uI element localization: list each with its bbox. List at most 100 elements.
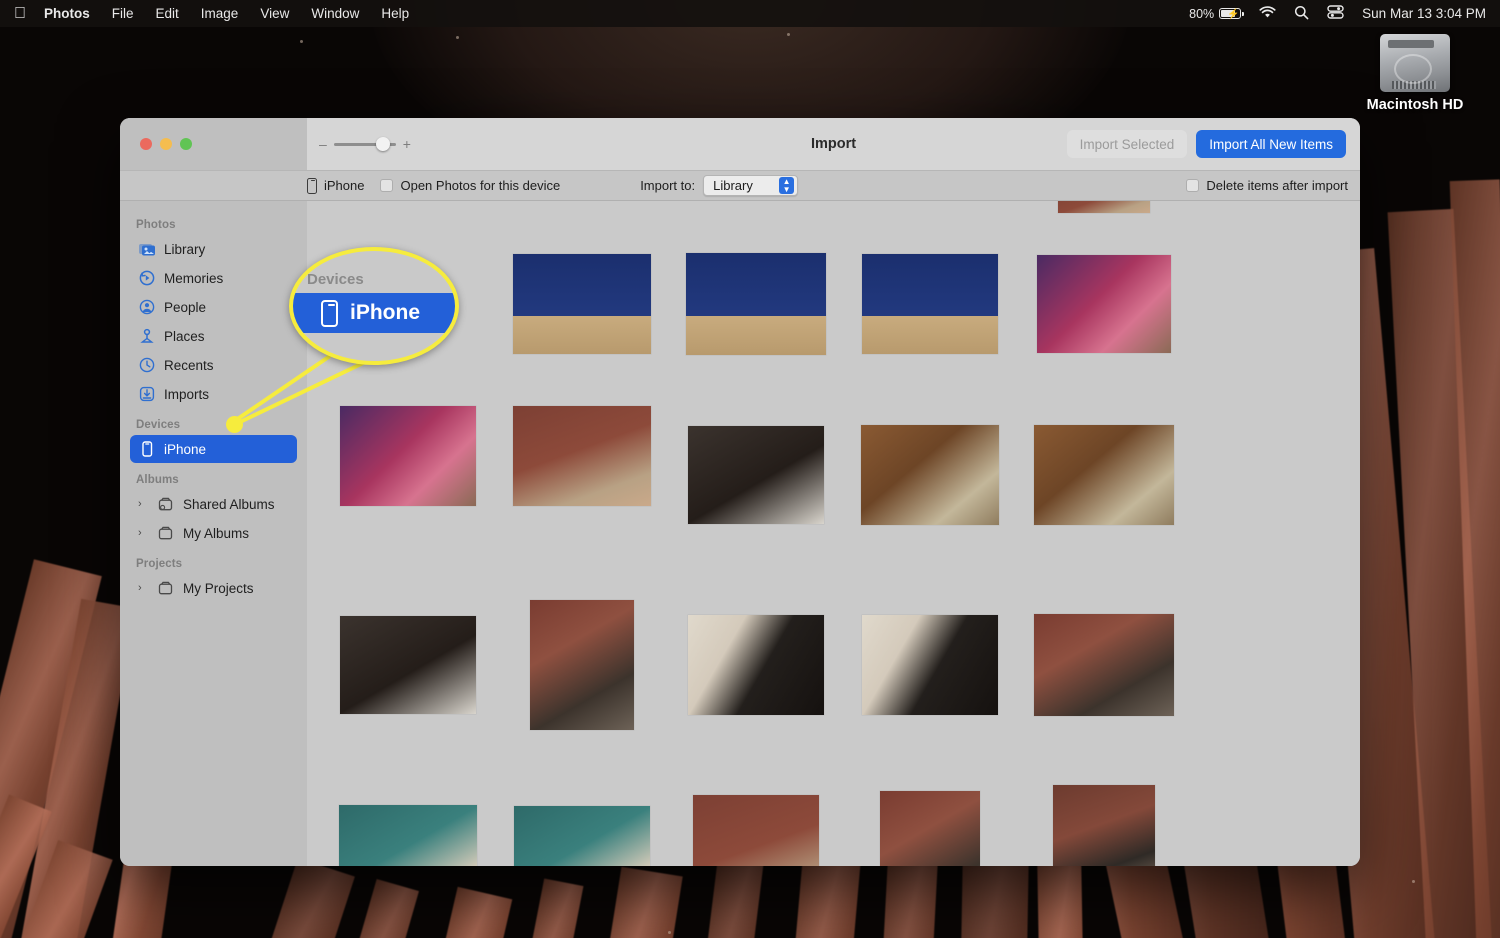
photo-grid-cell[interactable]	[681, 391, 831, 559]
minimize-button[interactable]	[160, 138, 172, 150]
zoom-slider-track[interactable]	[334, 143, 396, 146]
photo-grid-cell[interactable]	[333, 239, 483, 273]
photo-grid-cell[interactable]	[855, 771, 1005, 866]
import-selected-button[interactable]: Import Selected	[1067, 130, 1188, 158]
photo-grid-cell[interactable]	[855, 391, 1005, 559]
photo-grid-cell[interactable]	[1029, 239, 1179, 369]
photo-thumbnail[interactable]	[530, 600, 634, 730]
import-all-new-items-button[interactable]: Import All New Items	[1196, 130, 1346, 158]
photo-grid-cell[interactable]	[1029, 201, 1179, 217]
zoom-in-icon[interactable]: +	[403, 136, 411, 152]
photos-import-window[interactable]: – + Import Import Selected Import All Ne…	[120, 118, 1360, 866]
photo-thumbnail[interactable]	[514, 806, 650, 866]
menu-bar[interactable]:  Photos File Edit Image View Window Hel…	[0, 0, 1500, 27]
library-icon	[138, 241, 155, 258]
photo-grid-cell[interactable]	[855, 239, 1005, 369]
desktop-icon-label: Macintosh HD	[1350, 97, 1480, 113]
sidebar-item-memories[interactable]: Memories	[130, 264, 297, 292]
photo-grid-cell[interactable]	[1029, 391, 1179, 559]
chevron-right-icon[interactable]: ›	[138, 498, 148, 510]
sidebar-item-imports[interactable]: Imports	[130, 380, 297, 408]
photo-grid[interactable]	[307, 201, 1360, 866]
menu-bar-status-area: 80% ⚡ Sun Mar 13	[1189, 5, 1486, 23]
photo-thumbnail[interactable]	[513, 254, 651, 354]
menu-item-edit[interactable]: Edit	[156, 6, 179, 21]
photo-thumbnail[interactable]	[1034, 614, 1174, 716]
photo-thumbnail[interactable]	[1058, 201, 1150, 213]
battery-percent-label: 80%	[1189, 7, 1214, 21]
photo-grid-cell[interactable]	[681, 239, 831, 369]
sidebar-item-my-projects[interactable]: ›My Projects	[130, 574, 297, 602]
checkbox-box[interactable]	[380, 179, 393, 192]
import-to-dropdown[interactable]: Library ▲▼	[703, 175, 798, 196]
traffic-lights[interactable]	[140, 138, 192, 150]
menu-item-photos[interactable]: Photos	[44, 6, 90, 21]
battery-status[interactable]: 80% ⚡	[1189, 7, 1241, 21]
photo-thumbnail[interactable]	[1034, 425, 1174, 525]
delete-items-after-import-checkbox[interactable]: Delete items after import	[1186, 178, 1348, 193]
menu-item-view[interactable]: View	[260, 6, 289, 21]
menu-item-help[interactable]: Help	[381, 6, 409, 21]
chevron-right-icon[interactable]: ›	[138, 582, 148, 594]
menu-item-window[interactable]: Window	[311, 6, 359, 21]
photo-grid-cell[interactable]	[333, 201, 483, 217]
checkbox-box[interactable]	[1186, 179, 1199, 192]
photo-thumbnail[interactable]	[693, 795, 819, 866]
menu-bar-clock[interactable]: Sun Mar 13 3:04 PM	[1362, 6, 1486, 21]
open-photos-for-device-checkbox[interactable]: Open Photos for this device	[380, 178, 560, 193]
photo-thumbnail[interactable]	[880, 791, 980, 866]
photo-grid-cell[interactable]	[333, 581, 483, 749]
photo-grid-cell[interactable]	[507, 391, 657, 521]
thumbnail-zoom-slider[interactable]: – +	[319, 136, 411, 152]
control-center-icon[interactable]	[1327, 5, 1344, 22]
photo-thumbnail[interactable]	[1053, 785, 1155, 866]
photo-grid-cell[interactable]	[333, 771, 483, 866]
photo-grid-scroll-area[interactable]	[307, 201, 1360, 866]
photo-grid-cell[interactable]	[333, 391, 483, 521]
photo-thumbnail[interactable]	[688, 615, 824, 715]
callout-anchor-dot	[226, 416, 243, 433]
sidebar-item-iphone[interactable]: iPhone	[130, 435, 297, 463]
menu-item-image[interactable]: Image	[201, 6, 239, 21]
sidebar-item-places[interactable]: Places	[130, 322, 297, 350]
photo-grid-cell[interactable]	[507, 239, 657, 369]
photo-grid-cell[interactable]	[855, 581, 1005, 749]
sidebar-item-recents[interactable]: Recents	[130, 351, 297, 379]
zoom-button[interactable]	[180, 138, 192, 150]
menu-item-file[interactable]: File	[112, 6, 134, 21]
sidebar-item-label: iPhone	[164, 442, 206, 457]
photo-grid-cell[interactable]	[507, 771, 657, 866]
desktop-icon-macintosh-hd[interactable]: Macintosh HD	[1350, 34, 1480, 113]
photo-grid-cell[interactable]	[681, 581, 831, 749]
apple-icon[interactable]: 	[14, 6, 26, 22]
sidebar-item-people[interactable]: People	[130, 293, 297, 321]
photo-thumbnail[interactable]	[686, 253, 826, 355]
photo-thumbnail[interactable]	[688, 426, 824, 524]
import-to-control[interactable]: Import to: Library ▲▼	[640, 175, 798, 196]
photo-thumbnail[interactable]	[339, 805, 477, 866]
photo-thumbnail[interactable]	[340, 406, 476, 506]
photo-thumbnail[interactable]	[861, 425, 999, 525]
photo-thumbnail[interactable]	[513, 406, 651, 506]
zoom-slider-knob[interactable]	[376, 137, 390, 151]
photo-thumbnail[interactable]	[1037, 255, 1171, 353]
photos-sidebar[interactable]: PhotosLibraryMemoriesPeoplePlacesRecents…	[120, 201, 307, 866]
wifi-icon[interactable]	[1259, 6, 1276, 22]
sidebar-item-library[interactable]: Library	[130, 235, 297, 263]
photo-thumbnail[interactable]	[862, 254, 998, 354]
close-button[interactable]	[140, 138, 152, 150]
photo-grid-cell[interactable]	[681, 771, 831, 866]
photo-grid-cell[interactable]	[507, 201, 657, 217]
sidebar-item-my-albums[interactable]: ›My Albums	[130, 519, 297, 547]
photo-grid-cell[interactable]	[855, 201, 1005, 217]
photo-grid-cell[interactable]	[681, 201, 831, 217]
photo-grid-cell[interactable]	[507, 581, 657, 749]
sidebar-item-shared-albums[interactable]: ›Shared Albums	[130, 490, 297, 518]
photo-grid-cell[interactable]	[1029, 771, 1179, 866]
photo-thumbnail[interactable]	[340, 616, 476, 714]
photo-grid-cell[interactable]	[1029, 581, 1179, 749]
zoom-out-icon[interactable]: –	[319, 136, 327, 152]
chevron-right-icon[interactable]: ›	[138, 527, 148, 539]
photo-thumbnail[interactable]	[862, 615, 998, 715]
search-icon[interactable]	[1294, 5, 1309, 23]
